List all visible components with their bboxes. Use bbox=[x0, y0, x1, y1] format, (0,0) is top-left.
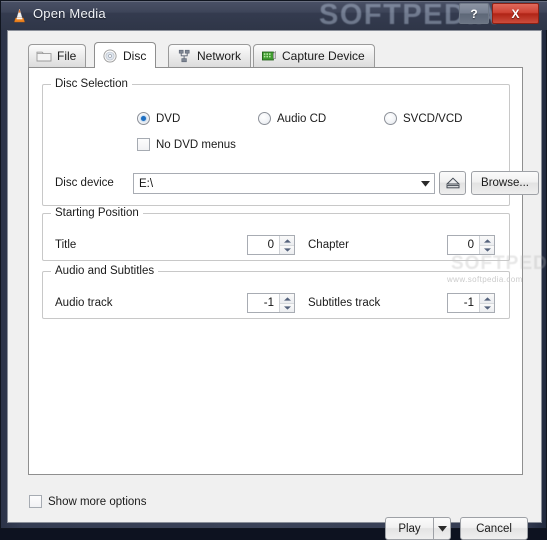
radio-audio-cd-indicator bbox=[258, 112, 271, 125]
title-spinbox[interactable]: 0 bbox=[247, 235, 295, 255]
checkbox-no-dvd-menus-indicator bbox=[137, 138, 150, 151]
radio-dvd-label: DVD bbox=[156, 112, 181, 125]
radio-dvd[interactable]: DVD bbox=[137, 112, 180, 125]
eject-icon bbox=[445, 177, 460, 189]
radio-svcd-vcd-indicator bbox=[384, 112, 397, 125]
tab-capture-label: Capture Device bbox=[282, 49, 365, 63]
checkbox-no-dvd-menus[interactable]: No DVD menus bbox=[137, 138, 236, 151]
audio-track-spinbox-value: -1 bbox=[263, 297, 274, 309]
vlc-cone-icon bbox=[14, 8, 25, 23]
chevron-up-icon[interactable] bbox=[280, 294, 294, 303]
group-starting-position: Starting Position Title 0 Chapter 0 bbox=[42, 207, 510, 261]
dialog-body: File Disc Network Capture Device Disc Se… bbox=[7, 30, 547, 540]
tab-network[interactable]: Network bbox=[168, 44, 252, 67]
folder-icon bbox=[36, 51, 52, 62]
group-disc-selection: Disc Selection DVD Audio CD SVCD/VCD No … bbox=[42, 78, 547, 284]
help-button[interactable]: ? bbox=[459, 3, 489, 24]
title-spinbox-buttons[interactable] bbox=[279, 236, 294, 254]
title-spinbox-value: 0 bbox=[267, 239, 274, 251]
radio-svcd-vcd[interactable]: SVCD/VCD bbox=[384, 112, 462, 125]
tab-disc[interactable]: Disc bbox=[94, 42, 157, 68]
window-title: Open Media bbox=[33, 6, 106, 21]
eject-button[interactable] bbox=[439, 171, 466, 195]
chapter-spinbox-buttons[interactable] bbox=[479, 236, 494, 254]
subtitles-track-spinbox-value: -1 bbox=[463, 297, 474, 309]
chevron-up-icon[interactable] bbox=[480, 236, 494, 245]
checkbox-show-more-options[interactable]: Show more options bbox=[29, 495, 146, 508]
close-button[interactable]: X bbox=[492, 3, 539, 24]
disc-device-value: E:\ bbox=[139, 177, 154, 190]
chevron-down-icon[interactable] bbox=[280, 303, 294, 312]
group-audio-and-subtitles-title: Audio and Subtitles bbox=[51, 265, 159, 277]
group-starting-position-title: Starting Position bbox=[51, 207, 143, 219]
chevron-up-icon[interactable] bbox=[280, 236, 294, 245]
chevron-down-icon[interactable] bbox=[480, 245, 494, 254]
disc-device-combobox[interactable]: E:\ bbox=[133, 173, 435, 194]
subtitles-track-spinbox[interactable]: -1 bbox=[447, 293, 495, 313]
radio-audio-cd[interactable]: Audio CD bbox=[258, 112, 326, 125]
tab-disc-label: Disc bbox=[123, 48, 147, 63]
browse-button[interactable]: Browse... bbox=[471, 171, 539, 195]
title-bar[interactable]: Open Media SOFTPEDIA ? X bbox=[1, 1, 547, 30]
chevron-down-icon[interactable] bbox=[416, 174, 434, 193]
tab-file[interactable]: File bbox=[28, 44, 87, 67]
radio-svcd-vcd-label: SVCD/VCD bbox=[403, 112, 463, 125]
disc-icon bbox=[103, 48, 117, 63]
radio-audio-cd-label: Audio CD bbox=[277, 112, 327, 125]
chapter-label: Chapter bbox=[308, 239, 349, 251]
network-icon bbox=[178, 49, 190, 63]
chevron-up-icon[interactable] bbox=[480, 294, 494, 303]
chapter-spinbox-value: 0 bbox=[467, 239, 474, 251]
open-media-dialog: Open Media SOFTPEDIA ? X File Disc Netwo… bbox=[0, 0, 547, 540]
checkbox-no-dvd-menus-label: No DVD menus bbox=[156, 138, 236, 151]
title-label: Title bbox=[55, 239, 77, 251]
chevron-down-icon[interactable] bbox=[480, 303, 494, 312]
audio-track-spinbox[interactable]: -1 bbox=[247, 293, 295, 313]
chapter-spinbox[interactable]: 0 bbox=[447, 235, 495, 255]
checkbox-show-more-options-indicator bbox=[29, 495, 42, 508]
tab-network-label: Network bbox=[197, 49, 242, 63]
group-disc-selection-title: Disc Selection bbox=[51, 78, 132, 90]
radio-dvd-indicator bbox=[137, 112, 150, 125]
checkbox-show-more-options-label: Show more options bbox=[48, 495, 147, 508]
audio-track-label: Audio track bbox=[55, 297, 113, 309]
audio-track-spinbox-buttons[interactable] bbox=[279, 294, 294, 312]
chevron-down-icon[interactable] bbox=[280, 245, 294, 254]
tab-content-disc: Disc Selection DVD Audio CD SVCD/VCD No … bbox=[28, 67, 547, 475]
subtitles-track-spinbox-buttons[interactable] bbox=[479, 294, 494, 312]
disc-device-label: Disc device bbox=[55, 177, 114, 189]
tab-file-label: File bbox=[57, 49, 77, 63]
tab-capture-device[interactable]: Capture Device bbox=[253, 44, 375, 67]
tab-strip: File Disc Network Capture Device bbox=[28, 42, 523, 68]
capture-card-icon bbox=[261, 50, 276, 61]
subtitles-track-label: Subtitles track bbox=[308, 297, 381, 309]
group-audio-and-subtitles: Audio and Subtitles Audio track -1 Subti… bbox=[42, 265, 510, 319]
titlebar-highlight bbox=[1, 1, 547, 2]
